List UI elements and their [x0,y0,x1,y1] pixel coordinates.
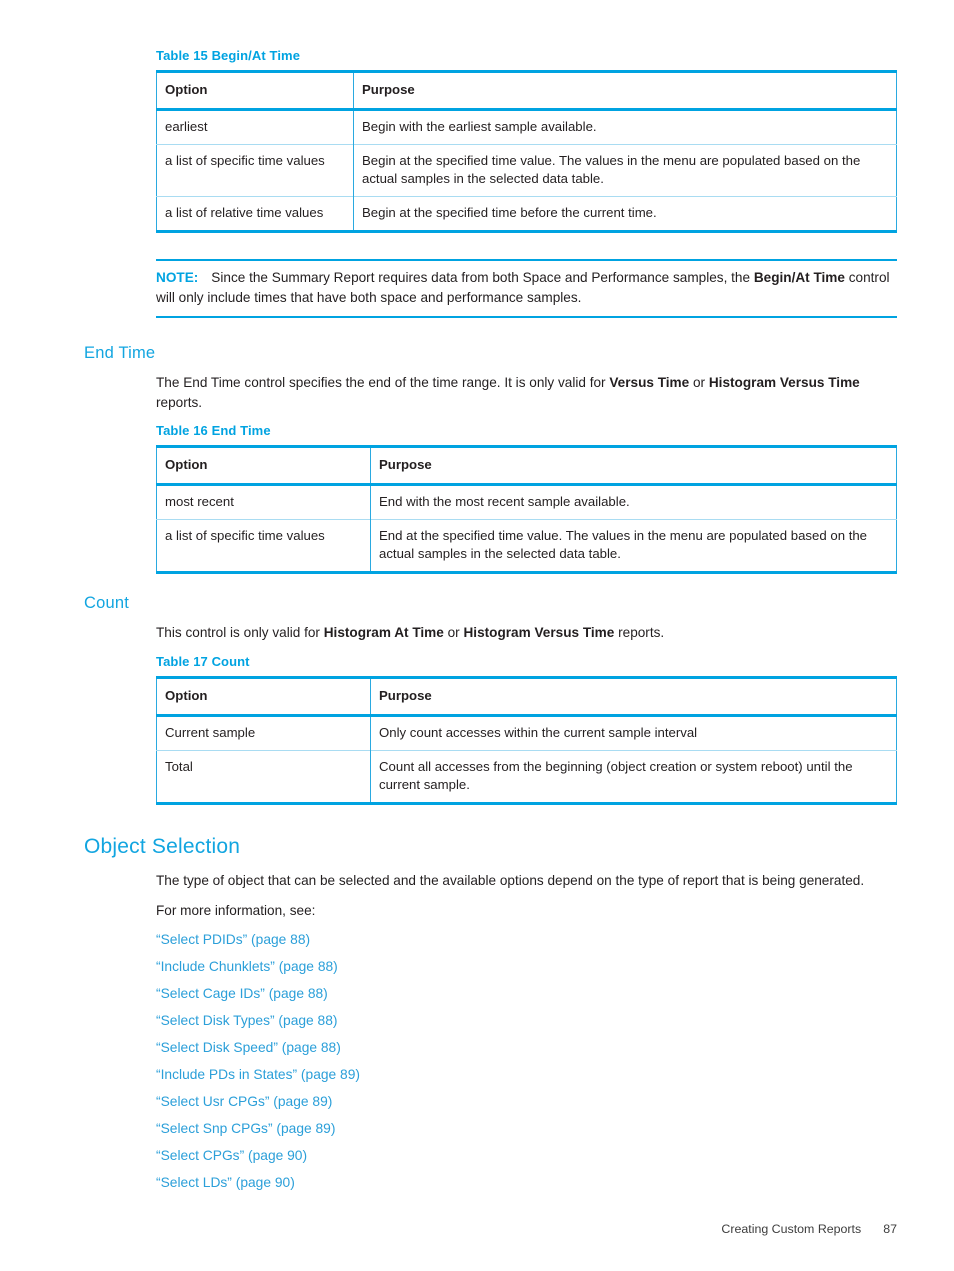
table17-caption: Table 17 Count [156,653,250,669]
table17-cell-option: Current sample [156,715,371,750]
xref-select-lds[interactable]: “Select LDs” (page 90) [156,1173,295,1192]
table16-cell-option: a list of specific time values [156,519,371,573]
count-bold-histogram-versus-time: Histogram Versus Time [463,625,615,640]
table-row: most recent End with the most recent sam… [156,484,897,520]
count-paragraph: This control is only valid for Histogram… [156,623,897,643]
table15-header-purpose: Purpose [353,71,897,111]
table15-header-option: Option [156,71,354,111]
table-row: earliest Begin with the earliest sample … [156,109,897,145]
table-row: Current sample Only count accesses withi… [156,715,897,750]
xref-include-chunklets[interactable]: “Include Chunklets” (page 88) [156,957,338,976]
note-block-wrapper: NOTE: Since the Summary Report requires d… [156,259,897,318]
table16-cell-option: most recent [156,484,371,520]
note-block: NOTE: Since the Summary Report requires d… [156,259,897,318]
end-time-text-part2: or [689,375,709,390]
end-time-bold-versus-time: Versus Time [609,375,690,390]
xref-select-disk-speed[interactable]: “Select Disk Speed” (page 88) [156,1038,341,1057]
table15-cell-option: earliest [156,109,354,145]
end-time-bold-histogram-versus-time: Histogram Versus Time [708,375,860,390]
table17-header-option: Option [156,677,371,717]
table17-cell-purpose: Only count accesses within the current s… [379,724,698,740]
count-bold-histogram-at-time: Histogram At Time [323,625,444,640]
object-selection-intro: The type of object that can be selected … [156,872,865,888]
table-row: a list of relative time values Begin at … [156,196,897,232]
table17-cell-purpose: Count all accesses from the beginning (o… [370,749,897,803]
end-time-text-part1: The End Time control specifies the end o… [156,375,610,390]
note-label: NOTE: [156,270,199,285]
end-time-text-part3: reports. [156,394,203,410]
page-footer: Creating Custom Reports 87 [84,1222,897,1236]
page-content: Table 15 Begin/At Time Option Purpose ea… [84,48,897,1200]
table15-cell-purpose: Begin at the specified time before the c… [353,196,897,232]
end-time-paragraph: The End Time control specifies the end o… [156,373,897,412]
count-text-part3: reports. [614,625,665,640]
table-row: a list of specific time values Begin at … [156,144,897,197]
table15-header-row: Option Purpose [156,71,897,111]
object-selection-see-also-label: For more information, see: [156,903,316,918]
note-bold-term: Begin/At Time [753,270,845,285]
table15-cell-purpose: Begin with the earliest sample available… [362,119,597,134]
table17-cell-option: Total [156,749,371,803]
table16-header-purpose: Purpose [370,446,897,486]
table15-cell-purpose: Begin at the specified time value. The v… [353,144,897,197]
count-text-part1: This control is only valid for [156,625,324,640]
xref-select-disk-types[interactable]: “Select Disk Types” (page 88) [156,1011,337,1030]
table15-cell-option: a list of specific time values [156,144,354,197]
table16-cell-purpose: End with the most recent sample availabl… [379,494,630,509]
footer-chapter-title: Creating Custom Reports [721,1222,862,1236]
heading-object-selection: Object Selection [84,834,241,858]
end-time-block: The End Time control specifies the end o… [156,373,897,574]
table16: Option Purpose most recent End with the … [156,445,897,574]
table16-caption: Table 16 End Time [156,423,271,438]
count-text-part2: or [443,625,464,640]
table17-header-row: Option Purpose [156,677,897,717]
table15-cell-option: a list of relative time values [156,196,354,232]
note-text-part1: Since the Summary Report requires data f… [211,270,754,285]
count-block: This control is only valid for Histogram… [156,623,897,805]
table17: Option Purpose Current sample Only count… [156,675,897,805]
xref-select-usr-cpgs[interactable]: “Select Usr CPGs” (page 89) [156,1092,332,1111]
heading-end-time: End Time [84,344,156,362]
xref-select-cpgs[interactable]: “Select CPGs” (page 90) [156,1146,307,1165]
table16-cell-purpose: End at the specified time value. The val… [370,519,897,573]
note-text: NOTE: Since the Summary Report requires d… [156,268,897,308]
table15-block: Table 15 Begin/At Time Option Purpose ea… [156,48,897,233]
xref-select-snp-cpgs[interactable]: “Select Snp CPGs” (page 89) [156,1119,335,1138]
table16-header-row: Option Purpose [156,446,897,486]
object-selection-block: The type of object that can be selected … [156,871,897,1192]
table-row: a list of specific time values End at th… [156,519,897,573]
xref-select-cage-ids[interactable]: “Select Cage IDs” (page 88) [156,984,328,1003]
table15-caption: Table 15 Begin/At Time [156,48,301,63]
xref-include-pds-in-states[interactable]: “Include PDs in States” (page 89) [156,1065,360,1084]
table17-header-purpose: Purpose [370,677,897,717]
table16-header-option: Option [156,446,371,486]
document-page: Table 15 Begin/At Time Option Purpose ea… [0,0,954,1271]
table15: Option Purpose earliest Begin with the e… [156,70,897,233]
xref-select-pdids[interactable]: “Select PDIDs” (page 88) [156,930,310,949]
heading-count: Count [84,594,130,612]
footer-page-number: 87 [883,1222,897,1236]
table-row: Total Count all accesses from the beginn… [156,749,897,803]
